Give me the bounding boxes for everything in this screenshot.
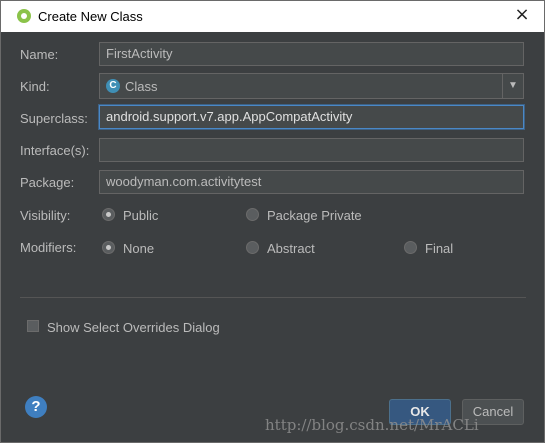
package-label: Package:: [20, 175, 75, 190]
modifiers-label: Modifiers:: [20, 240, 77, 255]
superclass-label: Superclass:: [20, 111, 88, 126]
interfaces-field[interactable]: [99, 138, 524, 162]
superclass-field[interactable]: android.support.v7.app.AppCompatActivity: [99, 105, 524, 129]
package-field[interactable]: woodyman.com.activitytest: [99, 170, 524, 194]
show-overrides-label[interactable]: Show Select Overrides Dialog: [47, 320, 220, 335]
kind-label: Kind:: [20, 79, 50, 94]
visibility-public-label[interactable]: Public: [123, 208, 158, 223]
modifiers-abstract-label[interactable]: Abstract: [267, 241, 315, 256]
modifiers-abstract-radio[interactable]: [246, 241, 259, 254]
divider: [20, 297, 526, 298]
help-icon[interactable]: ?: [25, 396, 47, 418]
close-icon[interactable]: ×: [512, 5, 532, 25]
name-field[interactable]: FirstActivity: [99, 42, 524, 66]
watermark-text: http://blog.csdn.net/MrACLi: [265, 416, 479, 434]
modifiers-none-label[interactable]: None: [123, 241, 154, 256]
chevron-down-icon[interactable]: ▼: [502, 74, 523, 98]
visibility-label: Visibility:: [20, 208, 71, 223]
dialog-title: Create New Class: [38, 9, 143, 24]
class-icon: C: [106, 79, 120, 93]
android-studio-icon: [17, 9, 31, 23]
kind-value: Class: [125, 79, 158, 94]
visibility-package-private-radio[interactable]: [246, 208, 259, 221]
modifiers-final-radio[interactable]: [404, 241, 417, 254]
modifiers-none-radio[interactable]: [102, 241, 115, 254]
interfaces-label: Interface(s):: [20, 143, 90, 158]
modifiers-final-label[interactable]: Final: [425, 241, 453, 256]
name-label: Name:: [20, 47, 59, 62]
visibility-public-radio[interactable]: [102, 208, 115, 221]
create-new-class-dialog: Create New Class × Name: FirstActivity K…: [0, 0, 545, 443]
title-bar: Create New Class ×: [1, 1, 544, 32]
show-overrides-checkbox[interactable]: [27, 320, 39, 332]
visibility-package-private-label[interactable]: Package Private: [267, 208, 362, 223]
kind-dropdown[interactable]: C Class ▼: [99, 73, 524, 99]
